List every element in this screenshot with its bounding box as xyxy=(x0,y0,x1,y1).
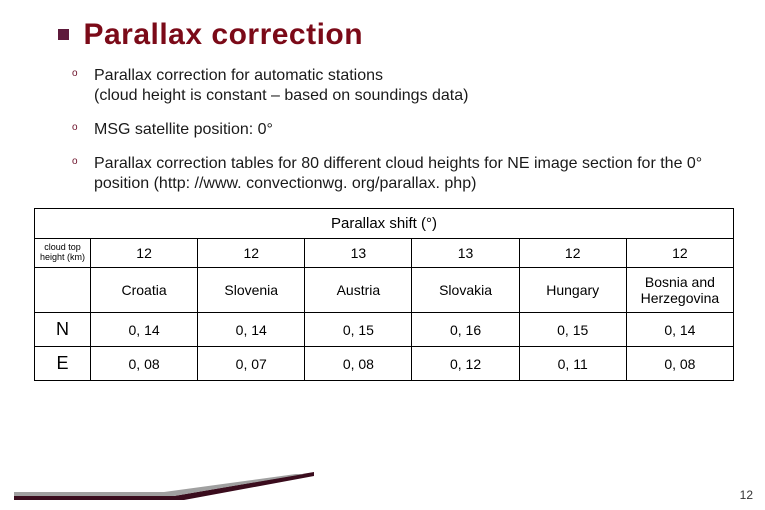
table-row: Croatia Slovenia Austria Slovakia Hungar… xyxy=(35,268,734,313)
table-cell: 0, 07 xyxy=(198,347,305,381)
table-cell: 0, 15 xyxy=(305,313,412,347)
circle-bullet-icon: o xyxy=(72,122,78,135)
table-caption-row: Parallax shift (°) xyxy=(35,209,734,239)
table-cell: 13 xyxy=(412,239,519,268)
table-row: E 0, 08 0, 07 0, 08 0, 12 0, 11 0, 08 xyxy=(35,347,734,381)
row-label: N xyxy=(35,313,91,347)
table-cell: 0, 14 xyxy=(198,313,305,347)
page-title: Parallax correction xyxy=(83,18,363,52)
table-cell: 0, 12 xyxy=(412,347,519,381)
slide: Parallax correction o Parallax correctio… xyxy=(0,0,765,510)
title-row: Parallax correction xyxy=(0,0,765,52)
table-cell xyxy=(35,268,91,313)
table-cell: 12 xyxy=(198,239,305,268)
table-cell: Bosnia and Herzegovina xyxy=(626,268,733,313)
table-cell: 0, 11 xyxy=(519,347,626,381)
bullet-list: o Parallax correction for automatic stat… xyxy=(72,66,712,194)
table-caption: Parallax shift (°) xyxy=(35,209,734,239)
table-cell: 0, 14 xyxy=(91,313,198,347)
list-item-text: MSG satellite position: 0° xyxy=(94,121,273,138)
table-cell: 12 xyxy=(91,239,198,268)
table-cell: 0, 08 xyxy=(626,347,733,381)
decorative-swoosh-icon xyxy=(14,472,314,502)
table-cell: Slovenia xyxy=(198,268,305,313)
table-cell: 0, 08 xyxy=(305,347,412,381)
page-number: 12 xyxy=(740,488,753,502)
table-cell: 12 xyxy=(519,239,626,268)
list-item: o Parallax correction tables for 80 diff… xyxy=(72,154,712,194)
table-cell: Hungary xyxy=(519,268,626,313)
table-cell: 0, 14 xyxy=(626,313,733,347)
table-cell: 0, 15 xyxy=(519,313,626,347)
table-cell: 0, 16 xyxy=(412,313,519,347)
list-item-text: Parallax correction for automatic statio… xyxy=(94,67,468,104)
list-item: o Parallax correction for automatic stat… xyxy=(72,66,712,106)
row-header-label: cloud top height (km) xyxy=(35,239,91,268)
square-bullet-icon xyxy=(58,29,69,40)
table-row: N 0, 14 0, 14 0, 15 0, 16 0, 15 0, 14 xyxy=(35,313,734,347)
table-row: cloud top height (km) 12 12 13 13 12 12 xyxy=(35,239,734,268)
row-label: E xyxy=(35,347,91,381)
table-cell: Croatia xyxy=(91,268,198,313)
table-cell: 13 xyxy=(305,239,412,268)
table-cell: 0, 08 xyxy=(91,347,198,381)
table-cell: 12 xyxy=(626,239,733,268)
parallax-url-text: (http: //www. convectionwg. org/parallax… xyxy=(154,175,477,192)
circle-bullet-icon: o xyxy=(72,156,78,169)
table-cell: Slovakia xyxy=(412,268,519,313)
table-cell: Austria xyxy=(305,268,412,313)
parallax-table: Parallax shift (°) cloud top height (km)… xyxy=(34,208,734,381)
list-item: o MSG satellite position: 0° xyxy=(72,120,712,140)
circle-bullet-icon: o xyxy=(72,68,78,81)
